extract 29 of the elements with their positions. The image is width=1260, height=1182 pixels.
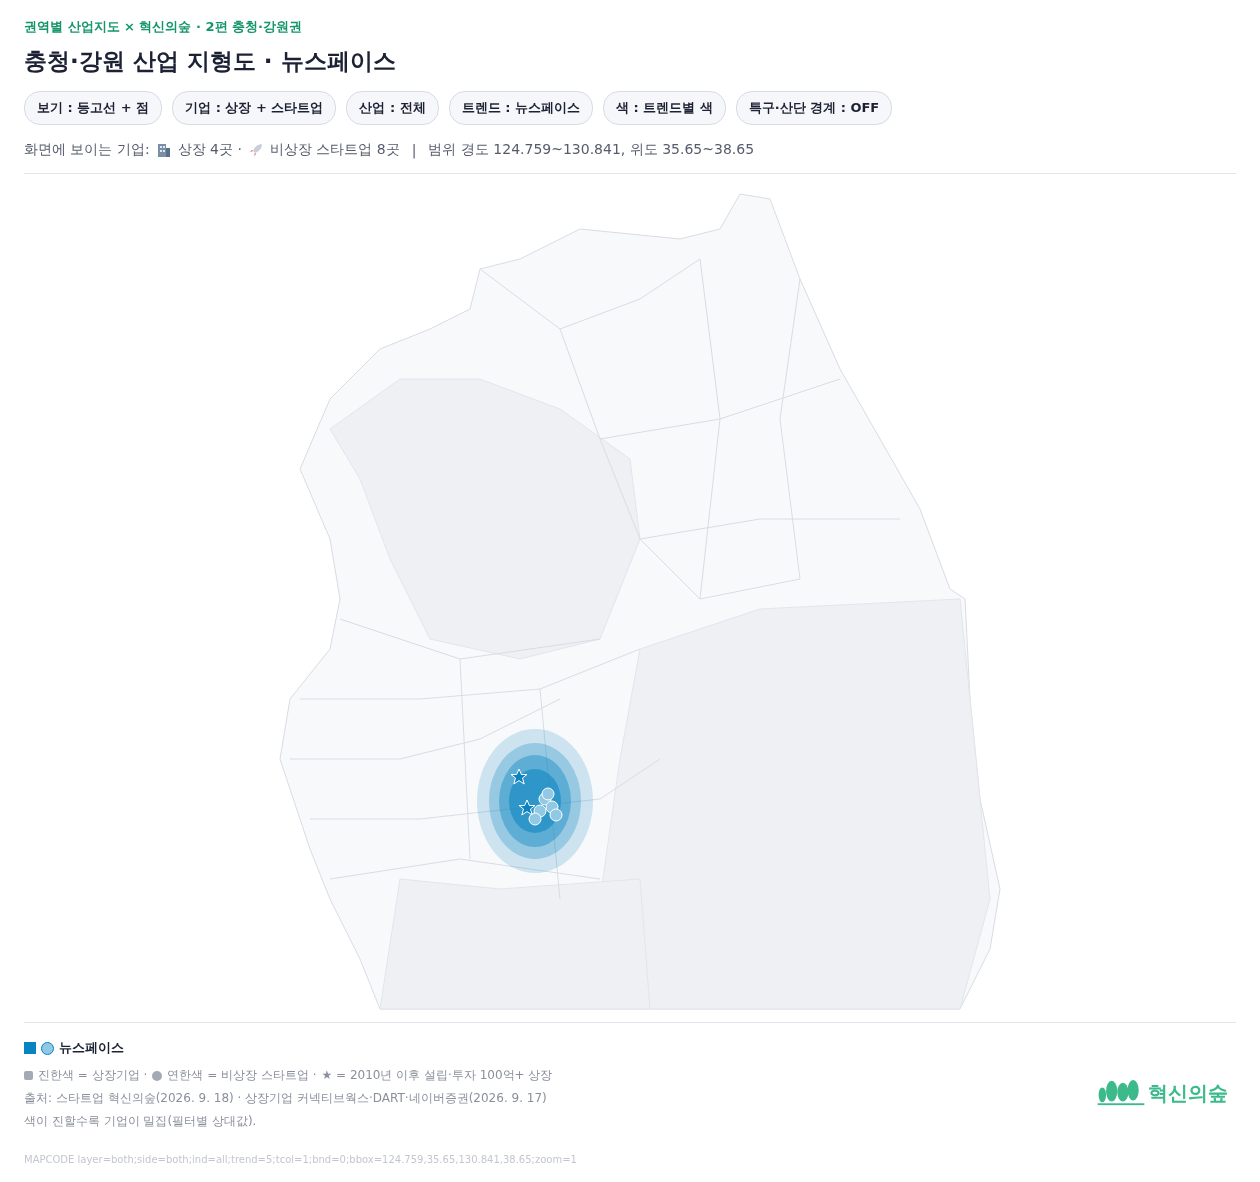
star-marker (518, 799, 536, 816)
filter-chip[interactable]: 산업 : 전체 (346, 91, 439, 125)
page-title: 충청·강원 산업 지형도 · 뉴스페이스 (24, 47, 397, 76)
logo-text: 혁신의숲 (1148, 1079, 1228, 1107)
note-text: 색이 진할수록 기업이 밀집(필터별 상대값). (24, 1113, 258, 1130)
filter-chip[interactable]: 특구·산단 경계 : OFF (735, 91, 893, 125)
key-text: 진한색 = 상장기업 · (38, 1067, 148, 1084)
startup-markers (528, 787, 563, 826)
trees-icon (1097, 1079, 1145, 1107)
filter-chip[interactable]: 색 : 트렌드별 색 (602, 91, 726, 125)
listed-count: 상장 4곳 · (177, 141, 242, 159)
note-text: 출처: 스타트업 혁신의숲(2026. 9. 18) · 상장기업 커넥티브웍스·DART·네이버증권(2026. 9. 17) (24, 1090, 548, 1107)
star-marker (510, 768, 528, 785)
mapcode-text: MAPCODE layer=both;side=both;ind=all;trend=5;tcol=1;bnd=0;bbox=124.759,35.65,130.841,38.65;zoom=1 (24, 1154, 577, 1165)
legend-label: 뉴스페이스 (59, 1039, 124, 1057)
circle-icon (152, 1070, 163, 1081)
key-text: ★ = 2010년 이후 설립·투자 100억+ 상장 (321, 1067, 553, 1084)
summary-label: 화면에 보이는 기업: (24, 141, 150, 159)
key-text: 연한색 = 비상장 스타트업 · (167, 1067, 317, 1084)
filter-chip[interactable]: 기업 : 상장 + 스타트업 (172, 91, 337, 125)
separator: | (411, 142, 417, 158)
filter-chip[interactable]: 트렌드 : 뉴스페이스 (448, 91, 593, 125)
range-text: 범위 경도 124.759~130.841, 위도 35.65~38.65 (428, 141, 755, 159)
legend-dot (41, 1041, 54, 1055)
startup-count: 비상장 스타트업 8곳 (269, 141, 400, 159)
square-icon (24, 1071, 33, 1080)
kicker: 권역별 산업지도 × 혁신의숲 · 2편 충청·강원권 (24, 18, 303, 36)
filter-chip[interactable]: 보기 : 등고선 + 점 (24, 91, 163, 125)
building-icon (155, 142, 172, 158)
